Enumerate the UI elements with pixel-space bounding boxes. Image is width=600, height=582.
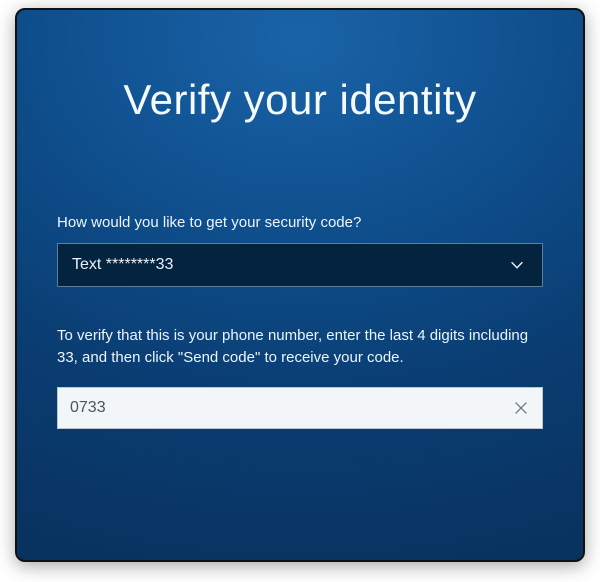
verify-identity-screen: Verify your identity How would you like … <box>15 8 585 562</box>
method-prompt: How would you like to get your security … <box>57 214 543 231</box>
verification-method-select[interactable]: Text ********33 <box>57 243 543 287</box>
chevron-down-icon <box>508 256 526 274</box>
page-title: Verify your identity <box>57 76 543 124</box>
phone-digits-input-wrap <box>57 387 543 429</box>
phone-digits-input[interactable] <box>58 388 542 428</box>
clear-input-button[interactable] <box>510 397 532 419</box>
close-icon <box>512 399 530 417</box>
verification-instruction: To verify that this is your phone number… <box>57 325 543 369</box>
verification-method-value: Text ********33 <box>72 256 173 274</box>
